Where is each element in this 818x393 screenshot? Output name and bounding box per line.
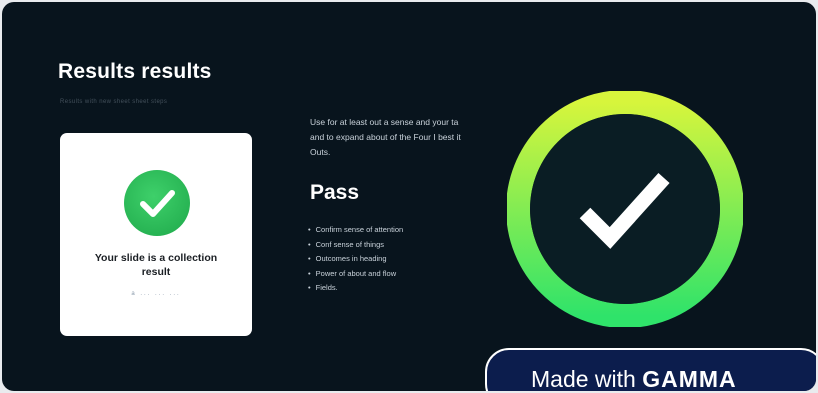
slide-title: Results results: [58, 60, 212, 83]
badge-prefix: Made with: [531, 366, 636, 391]
card-footer: a ... ... ...: [131, 291, 181, 297]
result-card: Your slide is a collection result a ... …: [60, 133, 252, 336]
bullet-item: Outcomes in heading: [308, 252, 403, 267]
bullet-item: Power of about and flow: [308, 267, 403, 282]
pass-heading: Pass: [310, 181, 360, 204]
slide: Results results Results with new sheet s…: [2, 2, 816, 391]
card-text-line1: Your slide is a collection: [94, 252, 218, 264]
large-check-ring-icon: [506, 90, 744, 328]
card-text-line2: result: [141, 266, 171, 278]
description-text: Use for at least out a sense and your ta…: [310, 117, 461, 157]
badge-text: Made with GAMMA: [531, 366, 737, 391]
bullet-item: Fields.: [308, 281, 403, 296]
card-text: Your slide is a collection result: [60, 251, 252, 279]
check-circle-icon: [124, 170, 190, 236]
made-with-gamma-badge[interactable]: Made with GAMMA: [485, 348, 816, 391]
slide-subtitle: Results with new sheet sheet steps: [60, 99, 168, 105]
bullet-list: Confirm sense of attention Conf sense of…: [308, 223, 404, 296]
gamma-logo: GAMMA: [642, 366, 737, 391]
bullet-item: Conf sense of things: [308, 238, 403, 253]
bullet-item: Confirm sense of attention: [308, 223, 404, 238]
